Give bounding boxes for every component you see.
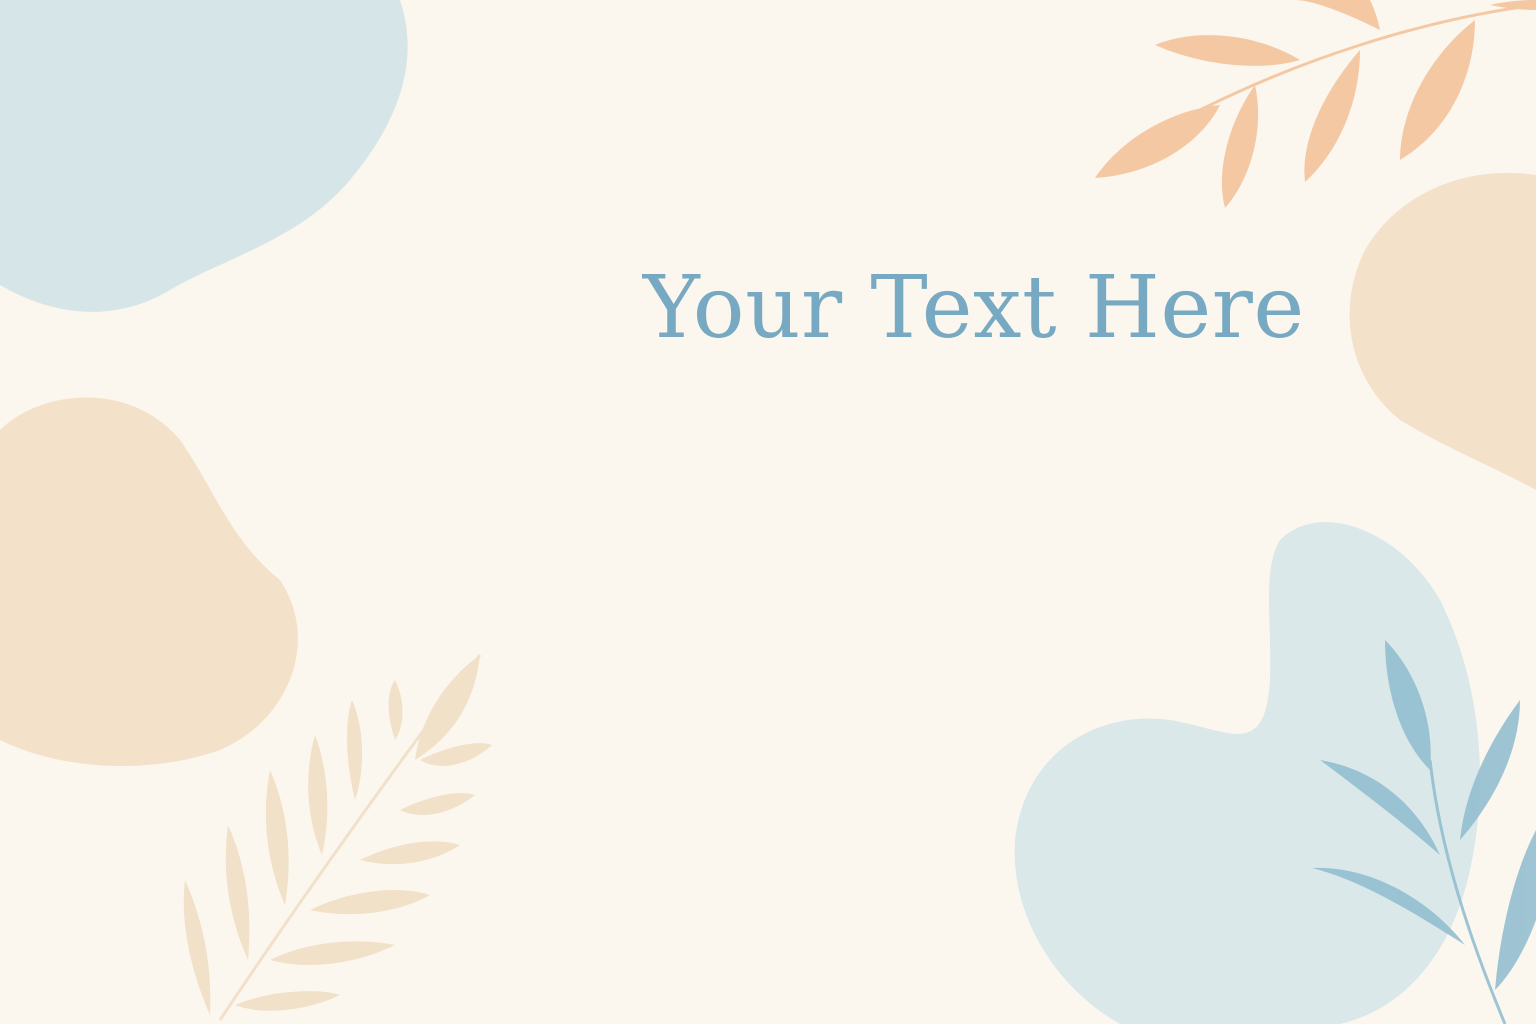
peach-blob-right	[1349, 172, 1536, 490]
decorative-background	[0, 0, 1536, 1024]
blue-blob-top-left	[0, 0, 408, 312]
blue-blob-bottom-right	[1014, 522, 1480, 1024]
headline-text: Your Text Here	[643, 258, 1305, 358]
peach-blob-left	[0, 397, 298, 767]
